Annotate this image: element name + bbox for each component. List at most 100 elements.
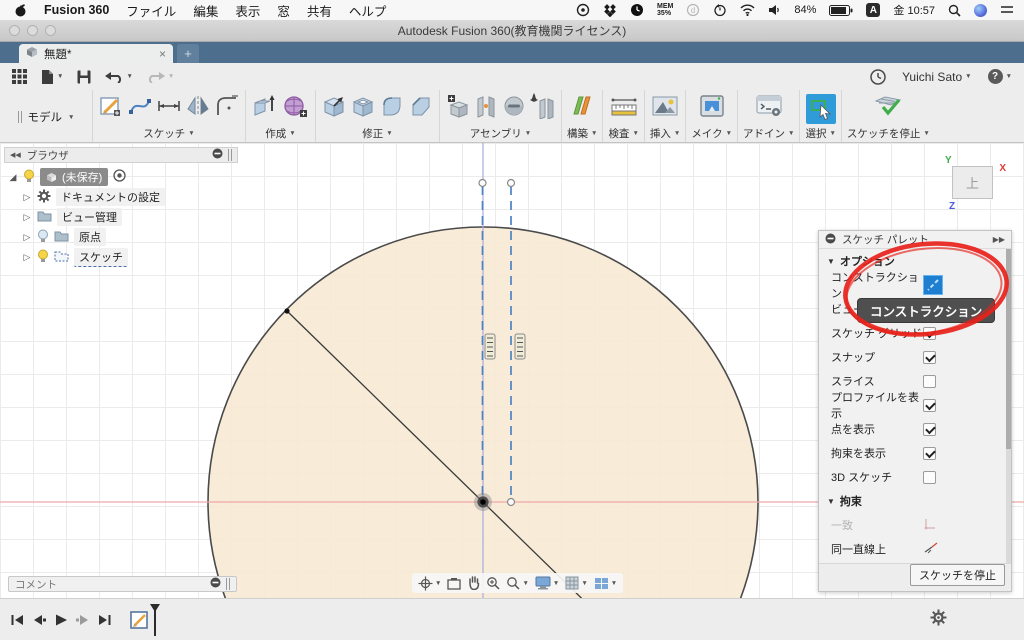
root-document-item[interactable]: (未保存) [40,168,109,186]
tree-item-label[interactable]: 原点 [74,228,106,246]
stop-sketch-button[interactable]: スケッチを停止 [910,564,1005,586]
slice-checkbox[interactable] [923,374,936,388]
battery-icon[interactable] [829,4,853,16]
bulb-off-icon[interactable] [37,229,49,246]
collapsed-arrow-icon[interactable]: ▷ [22,212,32,223]
menubar-clock[interactable]: 金 10:57 [893,2,935,18]
tree-row-named-views[interactable]: ▷ ビュー管理 [8,207,165,227]
help-button[interactable]: ? ▼ [987,69,1012,84]
apple-icon[interactable] [14,3,27,17]
viewcube[interactable]: 上 Y X Z [945,155,1006,212]
construction-toggle-button[interactable] [923,275,943,295]
group-label-inspect[interactable]: 検査 ▼ [608,126,638,141]
construction-endpoint-1[interactable] [478,178,487,188]
toolbar-grip[interactable] [17,111,22,123]
timeline-step-back-button[interactable] [32,613,46,627]
construction-endpoint-2[interactable] [506,178,516,188]
comment-bar[interactable]: コメント [8,576,237,592]
menu-view[interactable]: 表示 [235,1,260,20]
browser-grip[interactable] [228,149,232,161]
collapsed-arrow-icon[interactable]: ▷ [22,192,32,203]
notification-center-icon[interactable] [1000,4,1014,16]
parallel-constraint-badge-2[interactable] [514,333,526,360]
expand-arrow-icon[interactable]: ◢ [8,172,18,183]
construct-plane-icon[interactable] [569,93,595,124]
chamfer-icon[interactable] [408,93,434,124]
sketch-fillet-icon[interactable] [214,93,240,124]
dropbox-icon[interactable] [603,3,617,17]
save-button[interactable] [77,70,91,84]
memory-status[interactable]: MEM 35% [657,3,673,17]
sketch-grid-checkbox[interactable] [923,326,936,340]
minimize-circle-icon[interactable] [825,233,836,247]
group-label-insert[interactable]: 挿入 ▼ [650,126,680,141]
tree-row-sketches[interactable]: ▷ スケッチ [8,247,165,267]
tree-item-label[interactable]: ビュー管理 [57,208,122,226]
collapsed-arrow-icon[interactable]: ▷ [22,232,32,243]
zoom-button[interactable] [486,576,500,590]
expand-right-icon[interactable]: ▶▶ [993,235,1005,244]
timeline-step-forward-button[interactable] [76,613,90,627]
clock-badge-icon[interactable] [630,3,644,17]
sketch-3d-checkbox[interactable] [923,470,936,484]
insert-image-icon[interactable] [651,94,679,123]
minimize-circle-icon[interactable] [210,577,221,591]
timeline-sketch-feature[interactable] [130,603,160,636]
file-menu-button[interactable]: ▼ [41,69,63,85]
extrude-icon[interactable] [251,93,279,124]
create-sketch-icon[interactable] [98,93,124,124]
rigid-group-icon[interactable] [530,93,556,124]
look-at-button[interactable] [447,577,462,590]
grid-snap-button[interactable]: ▼ [565,576,588,590]
menu-help[interactable]: ヘルプ [349,1,387,20]
group-label-create[interactable]: 作成 ▼ [265,126,295,141]
window-minimize-button[interactable] [27,25,38,36]
volume-icon[interactable] [768,4,781,16]
group-label-make[interactable]: メイク ▼ [691,126,732,141]
line-endpoint[interactable] [284,308,290,314]
group-label-modify[interactable]: 修正 ▼ [362,126,392,141]
bulb-on-icon[interactable] [37,249,49,266]
fillet-icon[interactable] [379,93,405,124]
tree-row-document-settings[interactable]: ▷ ドキュメントの設定 [8,187,165,207]
section-constraints[interactable]: ▼ 拘束 [819,489,1011,513]
wifi-icon[interactable] [740,4,755,16]
browser-header[interactable]: ◀◀ ブラウザ [4,147,238,163]
show-profile-checkbox[interactable] [923,398,936,412]
job-status-icon[interactable] [870,68,886,85]
undo-button[interactable]: ▼ [105,71,133,83]
mirror-icon[interactable] [185,93,211,124]
pan-button[interactable] [467,576,480,590]
active-document-radio-icon[interactable] [113,169,126,185]
group-label-assemble[interactable]: アセンブリ ▼ [470,126,531,141]
coincident-icon[interactable] [923,517,937,534]
tree-item-label[interactable]: スケッチ [74,247,128,267]
comment-grip[interactable] [226,578,230,590]
tab-close-icon[interactable]: × [159,47,166,61]
press-pull-icon[interactable] [321,93,347,124]
orbit-button[interactable]: ▼ [418,576,441,591]
document-tab[interactable]: 無題* × [19,44,173,63]
bulb-on-icon[interactable] [23,169,35,186]
viewcube-face-top[interactable]: 上 [966,173,979,192]
spotlight-icon[interactable] [948,4,961,17]
collapse-left-icon[interactable]: ◀◀ [10,151,21,159]
d-circle-icon[interactable]: d [686,3,700,17]
display-settings-button[interactable]: ▼ [535,576,559,590]
menu-app-name[interactable]: Fusion 360 [44,3,109,17]
menu-share[interactable]: 共有 [307,1,332,20]
measure-icon[interactable] [609,93,639,124]
timeline-marker-line[interactable] [154,603,156,636]
sketch-canvas[interactable]: 上 Y X Z ◀◀ ブラウザ ◢ (未保存) ▷ ドキュメントの設定 ▷ ビュ… [0,143,1024,598]
tree-item-label[interactable]: ドキュメントの設定 [56,188,165,206]
workspace-selector[interactable]: モデル ▼ [0,90,92,142]
timeline-play-button[interactable] [54,613,68,627]
print3d-icon[interactable] [698,93,726,124]
input-source-icon[interactable]: A [866,3,881,17]
parallel-constraint-badge-1[interactable] [484,333,496,360]
circle-center-point[interactable] [474,493,492,511]
spline-icon[interactable] [127,93,153,124]
group-label-construct[interactable]: 構築 ▼ [567,126,597,141]
scripts-addins-icon[interactable] [755,94,783,123]
shell-icon[interactable] [350,93,376,124]
